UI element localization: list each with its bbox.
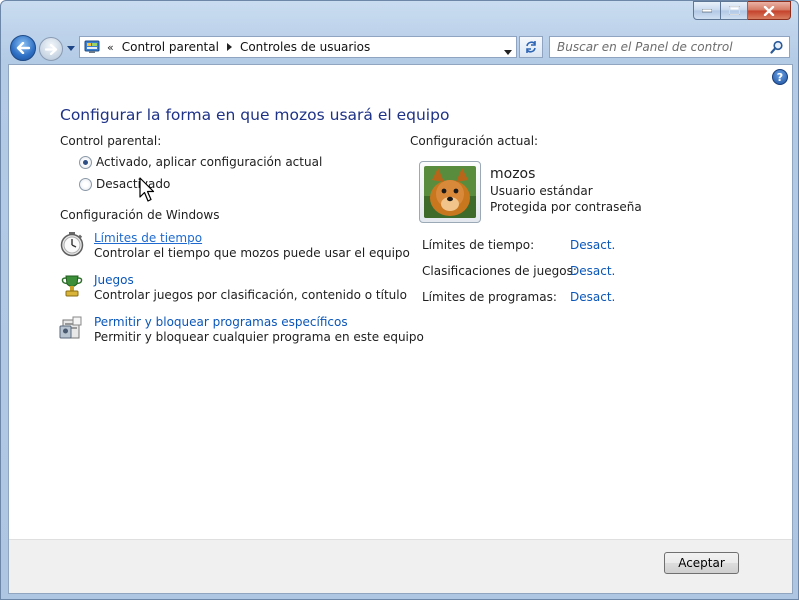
close-icon — [763, 5, 775, 16]
caption-buttons — [693, 1, 791, 20]
setting-program-limits-value[interactable]: Desact. — [570, 290, 615, 304]
radio-deactivated-label[interactable]: Desactivado — [96, 177, 170, 191]
page-title: Configurar la forma en que mozos usará e… — [60, 106, 450, 124]
breadcrumb-separator-icon[interactable] — [226, 43, 232, 51]
setting-time-limits-label: Límites de tiempo: — [422, 238, 535, 252]
setting-program-limits-label: Límites de programas: — [422, 290, 557, 304]
trophy-icon — [58, 273, 86, 301]
breadcrumb-controles-de-usuarios[interactable]: Controles de usuarios — [240, 40, 370, 54]
setting-game-ratings-label: Clasificaciones de juegos: — [422, 264, 577, 278]
breadcrumb-overflow[interactable]: « — [107, 41, 114, 54]
maximize-button[interactable] — [721, 1, 748, 20]
setting-time-limits-value[interactable]: Desact. — [570, 238, 615, 252]
programs-description: Permitir y bloquear cualquier programa e… — [94, 330, 424, 344]
control-panel-window: « Control parental Controles de usuarios… — [0, 0, 799, 600]
games-link[interactable]: Juegos — [94, 273, 407, 288]
current-settings-label: Configuración actual: — [410, 134, 539, 148]
refresh-icon — [526, 41, 536, 53]
task-games: Juegos Controlar juegos por clasificació… — [58, 273, 407, 303]
user-password-status: Protegida por contraseña — [490, 200, 642, 214]
parental-control-label: Control parental: — [60, 134, 162, 148]
breadcrumb-control-parental[interactable]: Control parental — [122, 40, 219, 54]
mouse-cursor-icon — [139, 177, 155, 202]
time-limits-description: Controlar el tiempo que mozos puede usar… — [94, 246, 410, 260]
content-pane: ? Configurar la forma en que mozos usará… — [8, 64, 793, 594]
search-input[interactable] — [550, 40, 760, 54]
control-panel-icon — [83, 38, 101, 56]
games-description: Controlar juegos por clasificación, cont… — [94, 288, 407, 302]
minimize-button[interactable] — [693, 1, 721, 20]
address-dropdown-icon[interactable] — [504, 44, 512, 58]
chevron-down-icon — [67, 45, 75, 51]
setting-game-ratings-value[interactable]: Desact. — [570, 264, 615, 278]
arrow-left-icon — [16, 42, 30, 54]
radio-deactivated[interactable]: Desactivado — [79, 177, 170, 191]
recent-pages-button[interactable] — [66, 42, 76, 54]
user-account-type: Usuario estándar — [490, 184, 593, 198]
radio-activated[interactable]: Activado, aplicar configuración actual — [79, 155, 322, 169]
navigation-bar: « Control parental Controles de usuarios — [1, 34, 799, 61]
program-block-icon — [58, 315, 86, 343]
windows-settings-label: Configuración de Windows — [60, 208, 220, 222]
maximize-icon — [728, 6, 740, 15]
footer-bar: Aceptar — [9, 539, 792, 593]
arrow-right-icon — [44, 43, 57, 55]
accept-button[interactable]: Aceptar — [664, 552, 739, 574]
refresh-button[interactable] — [519, 36, 543, 58]
minimize-icon — [702, 8, 712, 12]
stopwatch-icon — [58, 231, 86, 259]
user-picture-frame — [419, 161, 481, 223]
address-bar[interactable]: « Control parental Controles de usuarios — [79, 36, 517, 58]
task-time-limits: Límites de tiempo Controlar el tiempo qu… — [58, 231, 410, 261]
task-programs: Permitir y bloquear programas específico… — [58, 315, 424, 345]
back-button[interactable] — [10, 35, 36, 61]
radio-deactivated-button[interactable] — [79, 177, 92, 191]
user-avatar — [424, 166, 476, 218]
programs-link[interactable]: Permitir y bloquear programas específico… — [94, 315, 424, 330]
search-box[interactable] — [549, 36, 790, 58]
time-limits-link[interactable]: Límites de tiempo — [94, 231, 410, 246]
radio-activated-label[interactable]: Activado, aplicar configuración actual — [96, 155, 322, 169]
search-icon[interactable] — [770, 40, 784, 57]
help-button[interactable]: ? — [772, 69, 788, 85]
close-button[interactable] — [748, 1, 791, 20]
user-name: mozos — [490, 166, 536, 182]
radio-activated-button[interactable] — [79, 155, 92, 169]
forward-button[interactable] — [39, 37, 63, 61]
